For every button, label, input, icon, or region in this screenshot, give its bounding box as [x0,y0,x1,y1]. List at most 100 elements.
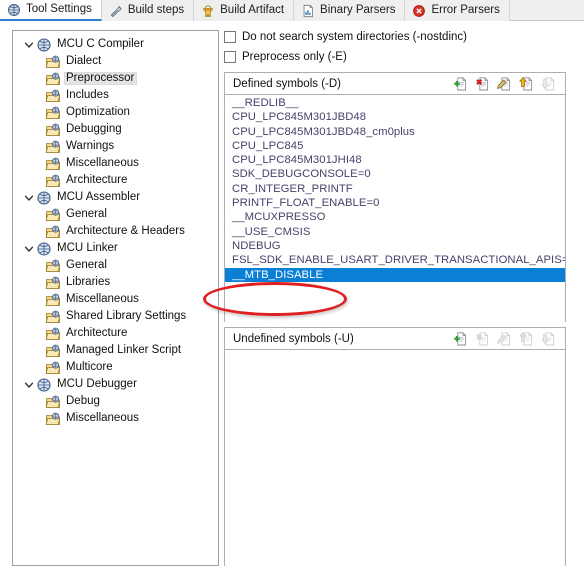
tree-item-mcu-assembler[interactable]: MCU Assembler [13,189,218,206]
checkbox-row-preprocess-only[interactable]: Preprocess only (-E) [224,47,568,67]
tree-item-label: Shared Library Settings [64,310,189,324]
edit-symbol-icon [495,330,515,348]
tree-item-preprocessor[interactable]: Preprocessor [13,70,218,87]
tab-label: Build steps [128,5,184,17]
tree-item-label: General [64,259,110,273]
edit-symbol-icon[interactable] [495,75,515,93]
tree-item-general[interactable]: General [13,206,218,223]
tree-item-label: Warnings [64,140,117,154]
undefined-symbols-list[interactable] [225,350,565,566]
settings-folder-icon [45,292,61,308]
tree-item-architecture-headers[interactable]: Architecture & Headers [13,223,218,240]
symbol-list-item[interactable]: CPU_LPC845M301JHI48 [225,153,565,167]
tree-item-debug[interactable]: Debug [13,393,218,410]
symbol-list-item[interactable]: __MTB_DISABLE [225,268,565,282]
build-steps-icon [109,4,123,18]
settings-folder-icon [45,360,61,376]
settings-folder-icon [45,411,61,427]
tab-label: Tool Settings [26,4,92,16]
symbol-list-item[interactable]: __USE_CMSIS [225,225,565,239]
tree-item-optimization[interactable]: Optimization [13,104,218,121]
tree-item-mcu-c-compiler[interactable]: MCU C Compiler [13,36,218,53]
tree-item-architecture[interactable]: Architecture [13,172,218,189]
symbol-list-item[interactable]: FSL_SDK_ENABLE_USART_DRIVER_TRANSACTIONA… [225,253,565,267]
chevron-down-icon[interactable] [22,40,36,50]
move-up-icon [517,330,537,348]
tool-settings-icon [7,3,21,17]
tree-item-label: Architecture [64,327,130,341]
tree-item-label: General [64,208,110,222]
tree-item-label: Dialect [64,55,104,69]
tree-item-warnings[interactable]: Warnings [13,138,218,155]
settings-folder-icon [45,88,61,104]
move-up-icon[interactable] [517,75,537,93]
tab-bar: Tool Settings Build steps Build ArtifactBi… [0,0,584,21]
tree-item-label: Libraries [64,276,113,290]
tree-item-includes[interactable]: Includes [13,87,218,104]
tree-item-miscellaneous[interactable]: Miscellaneous [13,291,218,308]
undefined-symbols-group: Undefined symbols (-U) [224,327,566,566]
tree-item-dialect[interactable]: Dialect [13,53,218,70]
chevron-down-icon[interactable] [22,380,36,390]
move-down-icon [539,330,559,348]
settings-folder-icon [45,71,61,87]
tree-item-label: MCU Debugger [55,378,140,392]
preprocess-only-checkbox[interactable] [224,51,236,63]
tab-error-parsers[interactable]: Error Parsers [405,0,509,21]
tree-item-label: Architecture [64,174,130,188]
symbol-list-item[interactable]: CR_INTEGER_PRINTF [225,182,565,196]
settings-folder-icon [45,394,61,410]
tree-item-libraries[interactable]: Libraries [13,274,218,291]
symbol-list-item[interactable]: PRINTF_FLOAT_ENABLE=0 [225,196,565,210]
defined-symbols-list[interactable]: __REDLIB__CPU_LPC845M301JBD48CPU_LPC845M… [225,95,565,322]
tree-item-managed-linker-script[interactable]: Managed Linker Script [13,342,218,359]
undefined-symbols-header: Undefined symbols (-U) [225,328,565,350]
defined-symbols-title: Defined symbols (-D) [233,78,451,90]
chevron-down-icon[interactable] [22,244,36,254]
tab-label: Error Parsers [431,5,499,17]
preprocess-only-label: Preprocess only (-E) [242,51,347,63]
tab-tool-settings[interactable]: Tool Settings [0,0,102,21]
tree-item-shared-library-settings[interactable]: Shared Library Settings [13,308,218,325]
symbol-list-item[interactable]: CPU_LPC845M301JBD48_cm0plus [225,125,565,139]
add-symbol-icon[interactable] [451,75,471,93]
tree-item-architecture[interactable]: Architecture [13,325,218,342]
binary-parsers-icon [301,4,315,18]
delete-symbol-icon[interactable] [473,75,493,93]
tab-binary-parsers[interactable]: Binary Parsers [294,0,405,21]
settings-tree-panel[interactable]: MCU C Compiler DialectPreprocessor Include… [12,30,219,566]
tree-item-mcu-linker[interactable]: MCU Linker [13,240,218,257]
settings-folder-icon [45,54,61,70]
compiler-group-icon [36,241,52,257]
tree-item-label: Multicore [64,361,116,375]
tree-item-miscellaneous[interactable]: Miscellaneous [13,410,218,427]
settings-tree: MCU C Compiler DialectPreprocessor Include… [13,31,218,427]
settings-folder-icon [45,309,61,325]
symbol-list-item[interactable]: CPU_LPC845 [225,139,565,153]
tab-build-artifact[interactable]: Build Artifact [194,0,294,21]
symbol-list-item[interactable]: __REDLIB__ [225,96,565,110]
symbol-list-item[interactable]: SDK_DEBUGCONSOLE=0 [225,167,565,181]
settings-folder-icon [45,258,61,274]
preferences-dialog-body: Tool Settings Build steps Build ArtifactBi… [0,0,584,581]
symbol-list-item[interactable]: CPU_LPC845M301JBD48 [225,110,565,124]
settings-folder-icon [45,173,61,189]
tree-item-miscellaneous[interactable]: Miscellaneous [13,155,218,172]
symbol-list-item[interactable]: __MCUXPRESSO [225,210,565,224]
tree-item-debugging[interactable]: Debugging [13,121,218,138]
tree-item-mcu-debugger[interactable]: MCU Debugger [13,376,218,393]
add-symbol-icon[interactable] [451,330,471,348]
error-parsers-icon [412,4,426,18]
defined-symbols-toolbar [451,75,565,93]
tab-build-steps[interactable]: Build steps [102,0,194,21]
preprocessor-options: Do not search system directories (-nostd… [224,27,568,67]
checkbox-row-nostdinc[interactable]: Do not search system directories (-nostd… [224,27,568,47]
nostdinc-checkbox[interactable] [224,31,236,43]
tree-item-label: Includes [64,89,112,103]
chevron-down-icon[interactable] [22,193,36,203]
tree-item-multicore[interactable]: Multicore [13,359,218,376]
tree-item-general[interactable]: General [13,257,218,274]
symbol-list-item[interactable]: NDEBUG [225,239,565,253]
tree-item-label: Managed Linker Script [64,344,184,358]
settings-folder-icon [45,326,61,342]
